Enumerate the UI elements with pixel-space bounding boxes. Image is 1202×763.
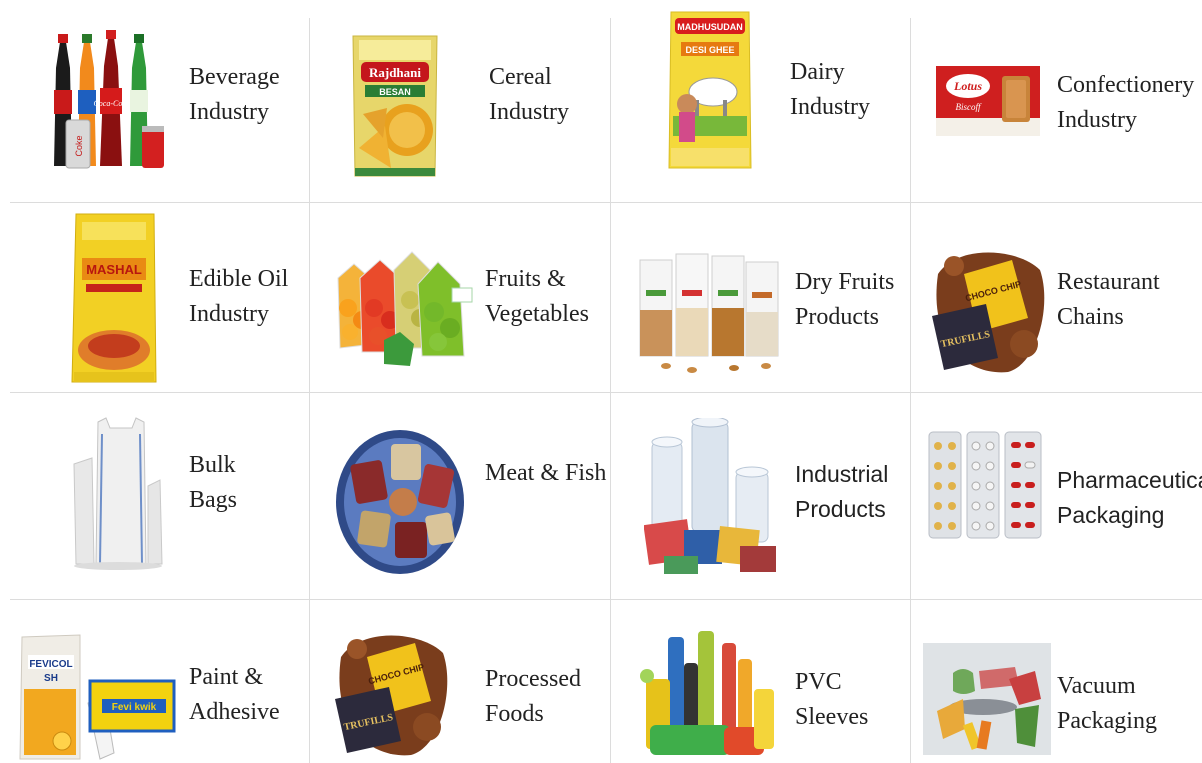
category-card-beverage[interactable]: Coca-Cola Coke Beverage Industry: [0, 0, 309, 202]
svg-text:Fevi kwik: Fevi kwik: [112, 702, 157, 713]
category-card-meat-fish[interactable]: Meat & Fish: [309, 392, 610, 599]
vacuum-pack-icon: [923, 643, 1051, 755]
category-label: Cereal Industry: [489, 64, 569, 125]
beverage-bottles-icon: Coca-Cola Coke: [48, 28, 168, 170]
svg-text:Biscoff: Biscoff: [956, 102, 982, 112]
category-card-restaurant-chains[interactable]: CHOCO CHIP TRUFILLS Restaurant Chains: [910, 202, 1202, 392]
svg-text:MADHUSUDAN: MADHUSUDAN: [677, 22, 743, 32]
svg-text:BESAN: BESAN: [379, 87, 411, 97]
category-label: Pharmaceutical Packaging: [1057, 467, 1202, 528]
biscuit-pack-icon: Lotus Biscoff: [928, 32, 1048, 166]
category-label: Industrial Products: [795, 461, 889, 522]
processed-foods-icon: CHOCO CHIP TRUFILLS: [331, 627, 455, 759]
bulk-bags-icon: [70, 414, 166, 570]
cereal-pouch-icon: Rajdhani BESAN: [349, 30, 441, 180]
category-card-dairy[interactable]: MADHUSUDAN DESI GHEE Dairy Industry: [610, 0, 910, 202]
svg-text:Rajdhani: Rajdhani: [369, 65, 421, 80]
category-label: Meat & Fish: [485, 460, 607, 486]
svg-text:MASHAL: MASHAL: [86, 262, 142, 277]
oil-pouch-icon: MASHAL: [68, 212, 160, 386]
category-card-paint-adhesive[interactable]: FEVICOL SH Fevi kwik Paint & Adhesive: [0, 599, 309, 763]
category-label: PVC Sleeves: [795, 669, 869, 730]
category-label: Restaurant Chains: [1057, 269, 1160, 330]
industry-grid: Coca-Cola Coke Beverage Industry Rajdhani…: [0, 0, 1202, 763]
svg-text:SH: SH: [44, 673, 58, 684]
category-label: Fruits & Vegetables: [485, 266, 589, 327]
blister-pack-icon: [927, 430, 1043, 540]
mesh-produce-bags-icon: [334, 248, 479, 368]
svg-text:Coke: Coke: [74, 135, 84, 156]
chocolate-snack-packs-icon: CHOCO CHIP TRUFILLS: [928, 244, 1052, 376]
category-card-bulk-bags[interactable]: Bulk Bags: [0, 392, 309, 599]
svg-text:DESI GHEE: DESI GHEE: [685, 45, 734, 55]
stretch-film-rolls-icon: [644, 418, 780, 578]
category-label: Beverage Industry: [189, 64, 280, 125]
category-label: Confectionery Industry: [1057, 72, 1195, 133]
ghee-pouch-icon: MADHUSUDAN DESI GHEE: [665, 8, 755, 174]
category-card-pvc-sleeves[interactable]: PVC Sleeves: [610, 599, 910, 763]
category-card-edible-oil[interactable]: MASHAL Edible Oil Industry: [0, 202, 309, 392]
category-label: Vacuum Packaging: [1057, 673, 1157, 734]
category-card-vacuum-packaging[interactable]: Vacuum Packaging: [910, 599, 1202, 763]
category-label: Bulk Bags: [189, 452, 237, 513]
category-label: Dry Fruits Products: [795, 269, 895, 330]
category-card-pharmaceutical[interactable]: Pharmaceutical Packaging: [910, 392, 1202, 599]
pvc-sleeve-rolls-icon: [638, 629, 778, 761]
vacuum-meat-icon: [333, 422, 467, 578]
category-label: Paint & Adhesive: [189, 664, 280, 725]
adhesive-pack-icon: FEVICOL SH Fevi kwik: [18, 633, 180, 761]
category-label: Dairy Industry: [790, 59, 870, 120]
svg-text:FEVICOL: FEVICOL: [29, 659, 72, 670]
category-card-confectionery[interactable]: Lotus Biscoff Confectionery Industry: [910, 0, 1202, 202]
category-label: Edible Oil Industry: [189, 266, 289, 327]
category-card-cereal[interactable]: Rajdhani BESAN Cereal Industry: [309, 0, 610, 202]
category-card-industrial-products[interactable]: Industrial Products: [610, 392, 910, 599]
category-card-processed-foods[interactable]: CHOCO CHIP TRUFILLS Processed Foods: [309, 599, 610, 763]
svg-text:Lotus: Lotus: [953, 79, 982, 93]
svg-text:Coca-Cola: Coca-Cola: [93, 99, 128, 108]
dry-fruit-pouches-icon: [636, 250, 784, 378]
category-card-fruits-vegetables[interactable]: Fruits & Vegetables: [309, 202, 610, 392]
category-card-dry-fruits[interactable]: Dry Fruits Products: [610, 202, 910, 392]
category-label: Processed Foods: [485, 666, 581, 727]
